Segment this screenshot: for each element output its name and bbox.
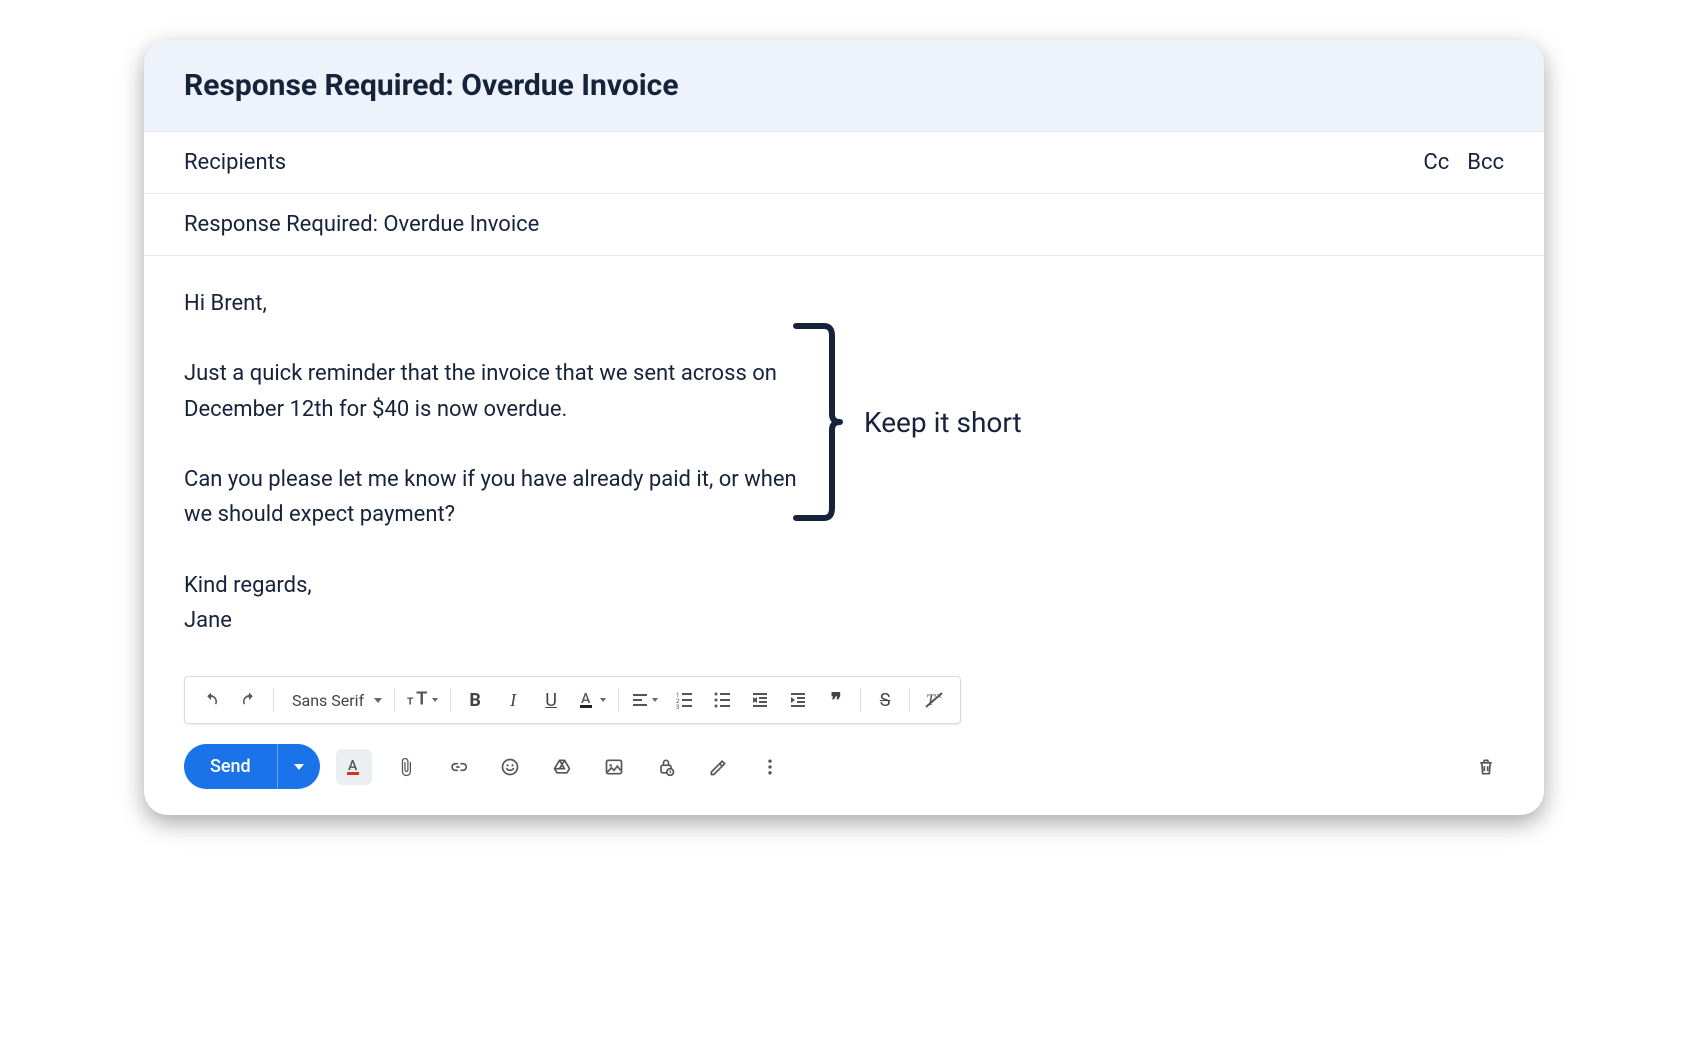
quote-button[interactable]: ❞ [818,683,854,717]
svg-text:A: A [348,758,358,774]
bold-icon: B [469,690,481,711]
drive-button[interactable] [544,749,580,785]
confidential-icon [656,757,676,777]
align-icon [631,691,649,709]
font-family-label: Sans Serif [286,691,370,710]
chevron-down-icon [652,698,658,702]
subject-row[interactable]: Response Required: Overdue Invoice [144,194,1544,256]
emoji-icon [500,757,520,777]
underline-icon: U [545,690,557,711]
compose-window: Response Required: Overdue Invoice Recip… [144,40,1544,815]
compose-header: Response Required: Overdue Invoice [144,40,1544,132]
chevron-down-icon [600,698,606,702]
chevron-down-icon [294,764,304,770]
svg-text:A: A [581,691,591,707]
chevron-down-icon [432,698,438,702]
text-size-icon: т T [407,691,429,709]
image-button[interactable] [596,749,632,785]
svg-text:✕: ✕ [936,692,943,701]
strikethrough-button[interactable]: S [867,683,903,717]
indent-more-button[interactable] [780,683,816,717]
redo-button[interactable] [231,683,267,717]
recipients-label: Recipients [184,150,286,175]
text-size-dropdown[interactable]: т T [401,683,444,717]
delete-draft-button[interactable] [1468,749,1504,785]
italic-button[interactable]: I [495,683,531,717]
confidential-button[interactable] [648,749,684,785]
align-dropdown[interactable] [625,683,664,717]
separator [273,688,274,712]
signature-icon [708,757,728,777]
text-color-action-button[interactable]: A [336,749,372,785]
more-icon [760,757,780,777]
underline-button[interactable]: U [533,683,569,717]
format-toolbar: Sans Serif т T B I U A [184,676,961,724]
chevron-down-icon [374,698,382,703]
strikethrough-icon: S [880,690,891,711]
bcc-button[interactable]: Bcc [1467,150,1504,175]
email-body-text: Hi Brent, Just a quick reminder that the… [184,286,804,638]
bold-button[interactable]: B [457,683,493,717]
drive-icon [552,757,572,777]
redo-icon [240,691,258,709]
subject-value: Response Required: Overdue Invoice [184,212,539,237]
text-color-icon: A [577,690,597,710]
numbered-list-icon: 1 2 3 [675,691,693,709]
compose-title: Response Required: Overdue Invoice [184,68,1504,103]
clear-format-button[interactable]: T ✕ [916,683,952,717]
send-button[interactable]: Send [184,744,277,789]
recipients-actions: Cc Bcc [1423,150,1504,175]
indent-less-button[interactable] [742,683,778,717]
action-bar-left: Send A [184,744,788,789]
email-body-area[interactable]: Hi Brent, Just a quick reminder that the… [144,256,1544,676]
more-options-button[interactable] [752,749,788,785]
svg-text:т: т [407,694,414,709]
recipients-row[interactable]: Recipients Cc Bcc [144,132,1544,194]
attach-button[interactable] [388,749,424,785]
indent-less-icon [751,691,769,709]
separator [618,688,619,712]
separator [860,688,861,712]
separator [394,688,395,712]
send-button-group: Send [184,744,320,789]
italic-icon: I [510,690,516,711]
cc-button[interactable]: Cc [1423,150,1449,175]
undo-button[interactable] [193,683,229,717]
separator [450,688,451,712]
signature-button[interactable] [700,749,736,785]
text-color-dropdown[interactable]: A [571,683,612,717]
separator [909,688,910,712]
text-color-icon: A [344,757,364,777]
indent-more-icon [789,691,807,709]
annotation: Keep it short [784,322,1022,522]
bulleted-list-button[interactable] [704,683,740,717]
bulleted-list-icon [713,691,731,709]
svg-text:T: T [416,691,427,709]
undo-icon [202,691,220,709]
quote-icon: ❞ [831,688,842,712]
bracket-icon [784,322,844,522]
attach-icon [396,757,416,777]
link-button[interactable] [440,749,476,785]
annotation-label: Keep it short [864,406,1022,439]
clear-format-icon: T ✕ [924,691,944,709]
emoji-button[interactable] [492,749,528,785]
link-icon [448,757,468,777]
font-family-dropdown[interactable]: Sans Serif [280,683,388,717]
numbered-list-button[interactable]: 1 2 3 [666,683,702,717]
delete-icon [1476,757,1496,777]
send-more-button[interactable] [278,744,320,789]
svg-text:3: 3 [676,704,679,709]
image-icon [604,757,624,777]
action-bar: Send A [144,724,1544,815]
